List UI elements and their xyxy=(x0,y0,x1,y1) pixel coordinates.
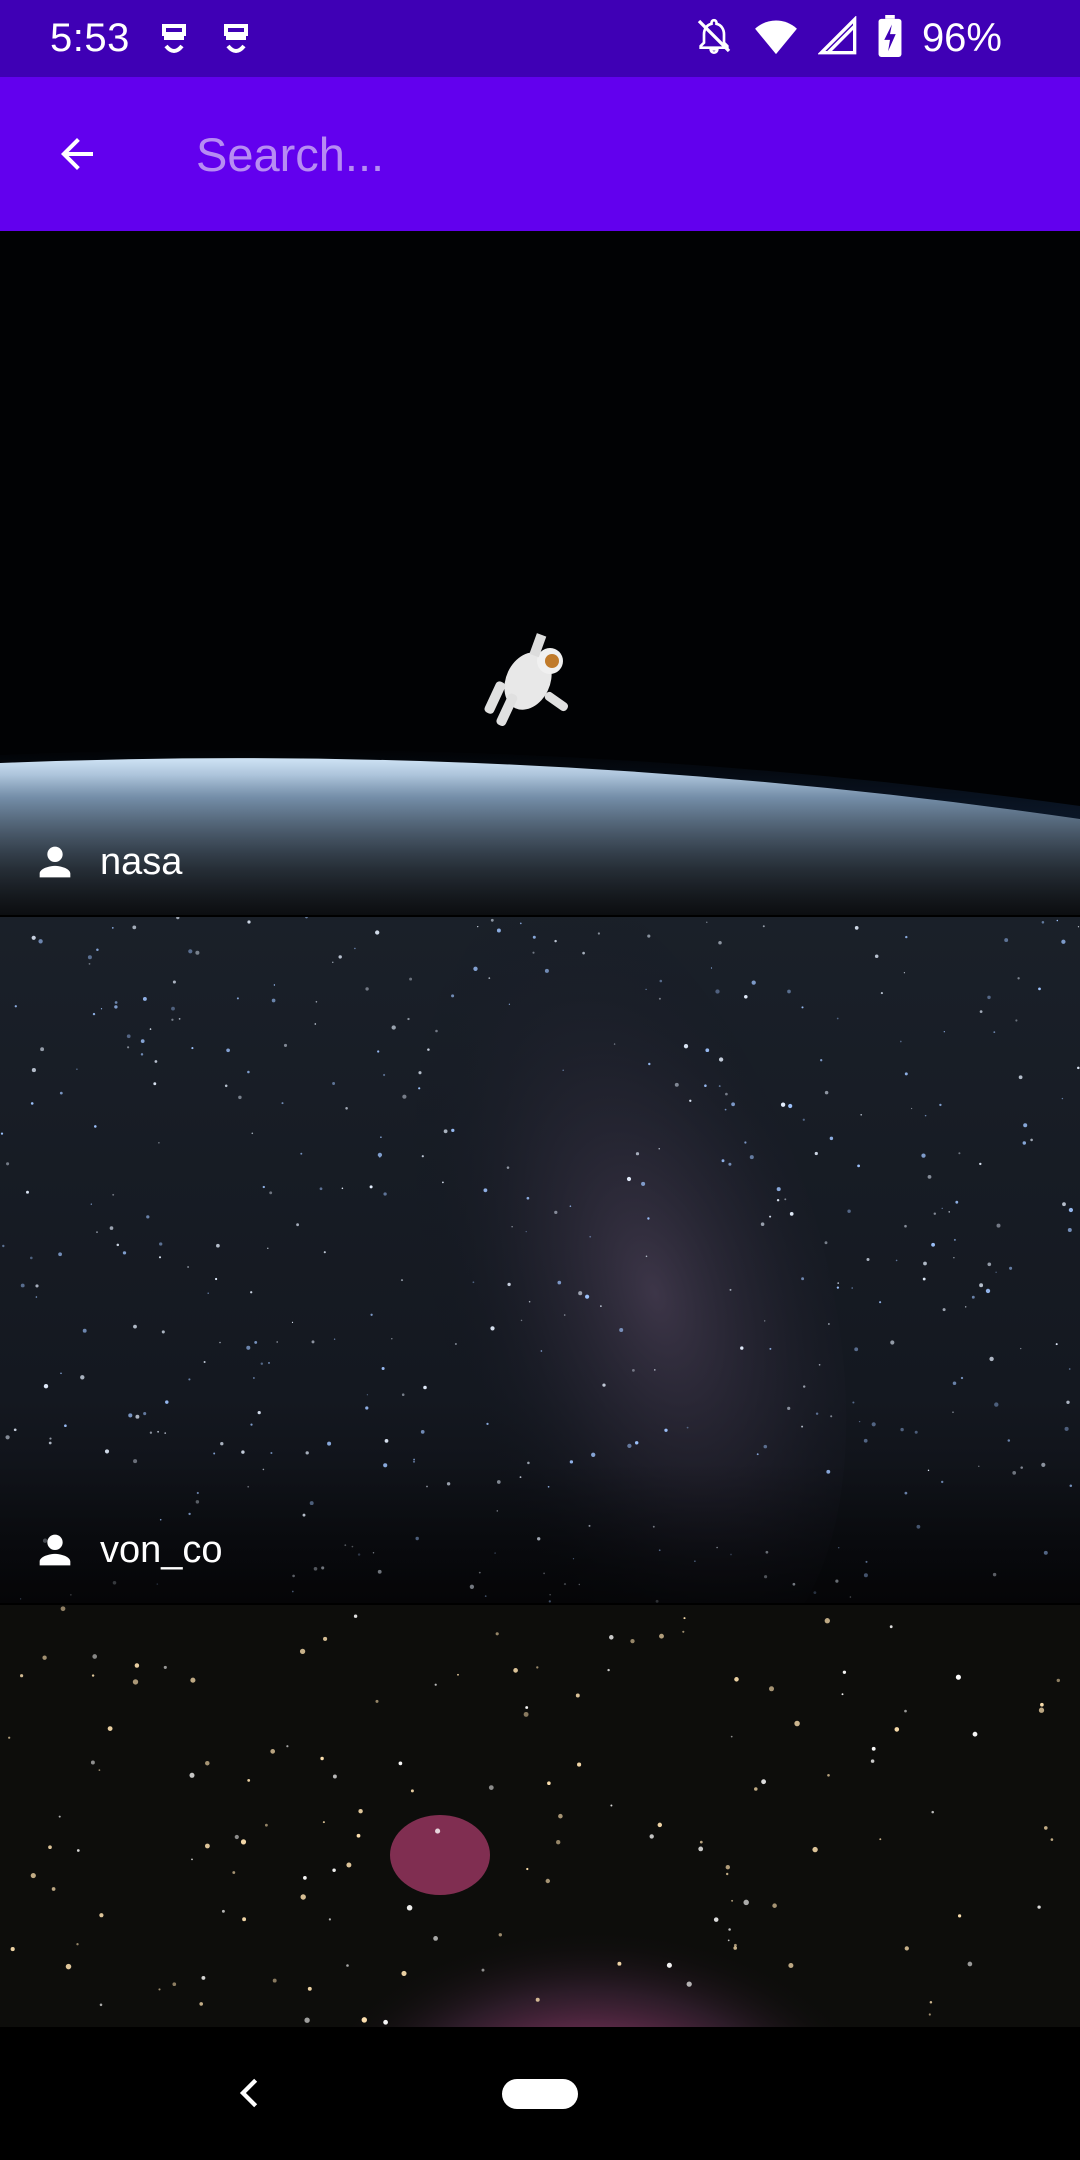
arrow-back-icon xyxy=(61,138,93,170)
bell-off-icon xyxy=(694,16,734,61)
home-pill-icon[interactable] xyxy=(502,2079,578,2109)
notification-app-icon xyxy=(220,18,252,60)
author-row[interactable]: von_co xyxy=(32,1527,223,1573)
nav-back-button[interactable] xyxy=(220,2063,280,2123)
nebula-photo xyxy=(0,1605,1080,2027)
person-icon xyxy=(39,846,71,878)
wifi-icon xyxy=(754,16,798,61)
chevron-left-icon xyxy=(239,2078,258,2108)
notification-app-icon xyxy=(158,18,190,60)
status-icons: 96% xyxy=(694,14,1002,62)
photo-card[interactable] xyxy=(0,1605,1080,2027)
back-button[interactable] xyxy=(44,121,110,187)
system-nav-bar xyxy=(0,2027,1080,2160)
photo-card[interactable]: nasa xyxy=(0,231,1080,915)
signal-icon xyxy=(817,14,858,61)
author-name: nasa xyxy=(100,841,183,883)
author-name: von_co xyxy=(100,1529,223,1571)
battery-percent: 96% xyxy=(921,16,1002,60)
photo-card[interactable]: von_co xyxy=(0,917,1080,1603)
status-time: 5:53 xyxy=(50,16,130,60)
search-app-bar xyxy=(0,77,1080,231)
author-row[interactable]: nasa xyxy=(32,839,182,885)
person-icon xyxy=(39,1534,71,1566)
battery-charging-icon xyxy=(878,14,902,62)
photo-feed[interactable]: nasa von_co xyxy=(0,231,1080,2027)
search-input[interactable] xyxy=(196,119,1016,189)
status-bar: 5:53 96% xyxy=(0,0,1080,77)
